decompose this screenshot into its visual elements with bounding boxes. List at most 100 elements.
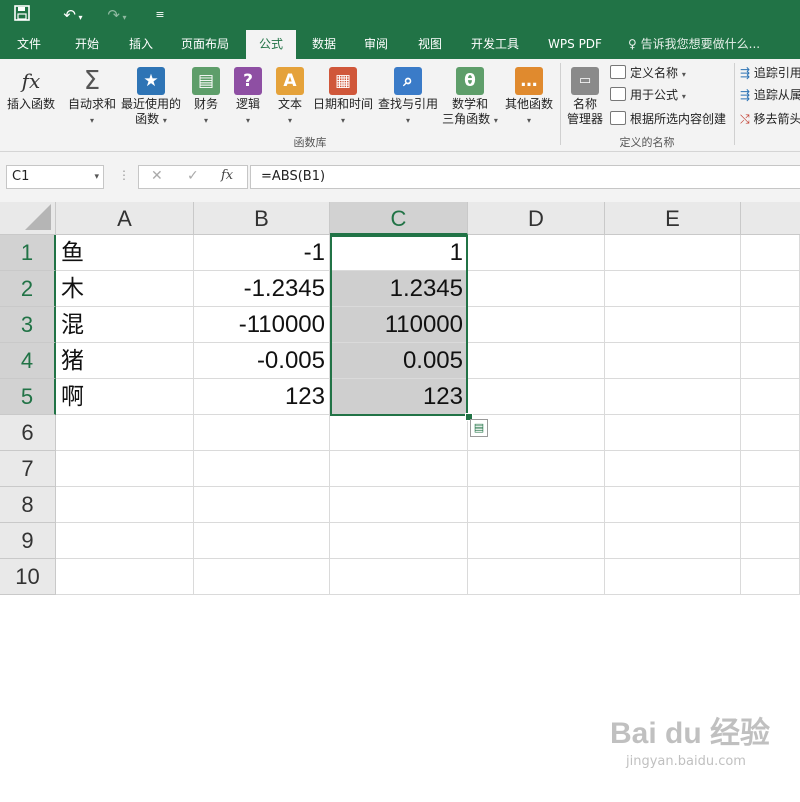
autosum-button[interactable]: Σ 自动求和 ▾ bbox=[64, 59, 120, 139]
row-header[interactable]: 10 bbox=[0, 559, 56, 595]
remove-arrows-button[interactable]: ⤭ 移去箭头 bbox=[740, 109, 800, 129]
cell-e2[interactable] bbox=[605, 271, 741, 307]
tab-wps-pdf[interactable]: WPS PDF bbox=[540, 30, 610, 59]
redo-icon[interactable]: ↷ ▾ bbox=[102, 5, 132, 28]
date-time-button[interactable]: ▦ 日期和时间 ▾ bbox=[310, 59, 376, 139]
cell-a10[interactable] bbox=[56, 559, 194, 595]
cell-d1[interactable] bbox=[468, 235, 605, 271]
enter-icon[interactable]: ✓ bbox=[187, 168, 199, 184]
cell-b2[interactable]: -1.2345 bbox=[194, 271, 330, 307]
name-manager-button[interactable]: ▭ 名称 管理器 bbox=[562, 59, 608, 139]
cell-d5[interactable] bbox=[468, 379, 605, 415]
cell-a2[interactable]: 木 bbox=[56, 271, 194, 307]
select-all-button[interactable] bbox=[0, 202, 56, 235]
cell-c3[interactable]: 110000 bbox=[330, 307, 468, 343]
insert-function-button[interactable]: fx 插入函数 bbox=[2, 59, 60, 139]
cell-f6[interactable] bbox=[741, 415, 800, 451]
row-header[interactable]: 6 bbox=[0, 415, 56, 451]
trace-dependents-button[interactable]: ⇶ 追踪从属 bbox=[740, 85, 800, 105]
use-in-formula-button[interactable]: 用于公式 ▾ bbox=[610, 85, 686, 105]
cell-f2[interactable] bbox=[741, 271, 800, 307]
cell-f9[interactable] bbox=[741, 523, 800, 559]
tab-home[interactable]: 开始 bbox=[62, 30, 112, 59]
cell-b5[interactable]: 123 bbox=[194, 379, 330, 415]
cell-c9[interactable] bbox=[330, 523, 468, 559]
cell-e4[interactable] bbox=[605, 343, 741, 379]
column-header-a[interactable]: A bbox=[56, 202, 194, 235]
tab-page-layout[interactable]: 页面布局 bbox=[172, 30, 238, 59]
cell-b9[interactable] bbox=[194, 523, 330, 559]
row-header[interactable]: 4 bbox=[0, 343, 56, 379]
column-header-b[interactable]: B bbox=[194, 202, 330, 235]
cell-a9[interactable] bbox=[56, 523, 194, 559]
cell-a5[interactable]: 啊 bbox=[56, 379, 194, 415]
cell-b6[interactable] bbox=[194, 415, 330, 451]
cell-d3[interactable] bbox=[468, 307, 605, 343]
cell-d2[interactable] bbox=[468, 271, 605, 307]
row-header[interactable]: 8 bbox=[0, 487, 56, 523]
cell-e8[interactable] bbox=[605, 487, 741, 523]
column-header-c[interactable]: C bbox=[330, 202, 468, 235]
cell-c2[interactable]: 1.2345 bbox=[330, 271, 468, 307]
cell-b8[interactable] bbox=[194, 487, 330, 523]
customize-quick-access-icon[interactable]: ≡ bbox=[150, 5, 170, 25]
define-name-button[interactable]: 定义名称 ▾ bbox=[610, 63, 686, 83]
cell-b4[interactable]: -0.005 bbox=[194, 343, 330, 379]
undo-icon[interactable]: ↶ ▾ bbox=[58, 5, 88, 28]
cell-e1[interactable] bbox=[605, 235, 741, 271]
cell-b1[interactable]: -1 bbox=[194, 235, 330, 271]
tab-formulas[interactable]: 公式 bbox=[246, 30, 296, 59]
cell-f10[interactable] bbox=[741, 559, 800, 595]
cell-a1[interactable]: 鱼 bbox=[56, 235, 194, 271]
cell-f1[interactable] bbox=[741, 235, 800, 271]
cell-b7[interactable] bbox=[194, 451, 330, 487]
cancel-icon[interactable]: ✕ bbox=[151, 168, 163, 184]
row-header[interactable]: 2 bbox=[0, 271, 56, 307]
tab-insert[interactable]: 插入 bbox=[118, 30, 164, 59]
cell-e9[interactable] bbox=[605, 523, 741, 559]
cell-a3[interactable]: 混 bbox=[56, 307, 194, 343]
row-header[interactable]: 9 bbox=[0, 523, 56, 559]
cell-a4[interactable]: 猪 bbox=[56, 343, 194, 379]
cell-c1[interactable]: 1 bbox=[330, 235, 468, 271]
tab-file[interactable]: 文件 bbox=[6, 30, 52, 59]
row-header[interactable]: 7 bbox=[0, 451, 56, 487]
quick-analysis-icon[interactable]: ▤ bbox=[470, 419, 488, 437]
cell-e6[interactable] bbox=[605, 415, 741, 451]
logical-button[interactable]: ? 逻辑 ▾ bbox=[228, 59, 268, 139]
cell-b3[interactable]: -110000 bbox=[194, 307, 330, 343]
financial-button[interactable]: ▤ 财务 ▾ bbox=[186, 59, 226, 139]
cell-e3[interactable] bbox=[605, 307, 741, 343]
save-icon[interactable] bbox=[12, 5, 32, 26]
row-header[interactable]: 3 bbox=[0, 307, 56, 343]
cell-c5[interactable]: 123 bbox=[330, 379, 468, 415]
more-functions-button[interactable]: … 其他函数 ▾ bbox=[500, 59, 558, 139]
recently-used-button[interactable]: ★ 最近使用的 函数 ▾ bbox=[120, 59, 182, 139]
trace-precedents-button[interactable]: ⇶ 追踪引用 bbox=[740, 63, 800, 83]
formula-input[interactable]: =ABS(B1) bbox=[250, 165, 800, 189]
insert-function-icon[interactable]: fx bbox=[221, 168, 233, 183]
tab-data[interactable]: 数据 bbox=[302, 30, 346, 59]
cell-b10[interactable] bbox=[194, 559, 330, 595]
name-box-dropdown-icon[interactable]: ▾ bbox=[94, 166, 99, 188]
cell-c6[interactable] bbox=[330, 415, 468, 451]
cell-f3[interactable] bbox=[741, 307, 800, 343]
cell-a6[interactable] bbox=[56, 415, 194, 451]
tab-developer[interactable]: 开发工具 bbox=[460, 30, 530, 59]
cell-a7[interactable] bbox=[56, 451, 194, 487]
column-header-d[interactable]: D bbox=[468, 202, 605, 235]
cell-a8[interactable] bbox=[56, 487, 194, 523]
row-header[interactable]: 5 bbox=[0, 379, 56, 415]
tab-view[interactable]: 视图 bbox=[408, 30, 452, 59]
cell-e10[interactable] bbox=[605, 559, 741, 595]
cell-d4[interactable] bbox=[468, 343, 605, 379]
row-header[interactable]: 1 bbox=[0, 235, 56, 271]
cell-c10[interactable] bbox=[330, 559, 468, 595]
cell-c4[interactable]: 0.005 bbox=[330, 343, 468, 379]
cell-d6[interactable] bbox=[468, 415, 605, 451]
cell-d8[interactable] bbox=[468, 487, 605, 523]
cell-c7[interactable] bbox=[330, 451, 468, 487]
cell-f4[interactable] bbox=[741, 343, 800, 379]
cell-c8[interactable] bbox=[330, 487, 468, 523]
name-box[interactable]: C1 ▾ bbox=[6, 165, 104, 189]
